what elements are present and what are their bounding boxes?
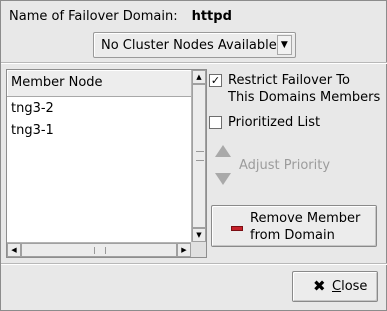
horizontal-scroll-thumb[interactable]	[21, 243, 177, 257]
minus-icon	[231, 226, 243, 231]
restrict-failover-option[interactable]: ✓ Restrict Failover To This Domains Memb…	[209, 72, 380, 106]
member-node-column-header[interactable]: Member Node	[7, 70, 191, 97]
scrollbar-corner	[191, 242, 206, 257]
prioritized-list-option[interactable]: Prioritized List	[209, 114, 320, 131]
list-item[interactable]: tng3-2	[11, 99, 54, 119]
restrict-label-line2: This Domains Members	[228, 90, 381, 105]
domain-name-value: httpd	[191, 8, 232, 24]
close-button[interactable]: ✖ Close	[292, 271, 378, 302]
member-node-list[interactable]: Member Node tng3-2 tng3-1 ▲ ▼ ◀ ▶	[6, 69, 207, 258]
arrow-down-icon[interactable]	[215, 173, 231, 185]
bottom-separator	[1, 263, 387, 265]
domain-name-label: Name of Failover Domain:	[9, 8, 178, 24]
remove-label-line2: from Domain	[250, 228, 335, 243]
list-item[interactable]: tng3-1	[11, 121, 54, 141]
adjust-priority-label: Adjust Priority	[239, 158, 331, 173]
cluster-node-dropdown-value: No Cluster Nodes Available	[101, 37, 277, 53]
prioritized-list-checkbox[interactable]	[209, 116, 222, 129]
close-icon: ✖	[313, 277, 326, 295]
restrict-failover-checkbox[interactable]: ✓	[209, 74, 222, 87]
chevron-down-icon[interactable]: ▼	[276, 35, 292, 55]
restrict-failover-label: Restrict Failover To This Domains Member…	[228, 72, 380, 106]
remove-label-line1: Remove Member	[250, 211, 361, 226]
remove-member-button[interactable]: Remove Member from Domain	[211, 205, 377, 247]
horizontal-scrollbar[interactable]: ◀ ▶	[7, 242, 191, 257]
restrict-label-line1: Restrict Failover To	[228, 73, 350, 88]
arrow-up-icon[interactable]	[215, 145, 231, 157]
close-label: Close	[332, 278, 367, 295]
close-mnemonic: C	[332, 279, 342, 294]
grip-icon	[196, 151, 204, 161]
scroll-up-icon[interactable]: ▲	[192, 70, 206, 84]
top-separator	[1, 62, 387, 64]
remove-member-label: Remove Member from Domain	[250, 210, 360, 244]
close-label-rest: lose	[341, 279, 368, 294]
domain-name-row: Name of Failover Domain: httpd	[9, 7, 232, 25]
scroll-right-icon[interactable]: ▶	[177, 243, 191, 257]
failover-domain-dialog: Name of Failover Domain: httpd No Cluste…	[0, 0, 387, 311]
vertical-scroll-thumb[interactable]	[192, 84, 206, 228]
scroll-down-icon[interactable]: ▼	[192, 228, 206, 242]
scroll-left-icon[interactable]: ◀	[7, 243, 21, 257]
grip-icon	[94, 247, 106, 254]
vertical-scrollbar[interactable]: ▲ ▼	[191, 70, 206, 242]
cluster-node-dropdown[interactable]: No Cluster Nodes Available ▼	[93, 32, 296, 58]
prioritized-list-label: Prioritized List	[228, 115, 321, 130]
